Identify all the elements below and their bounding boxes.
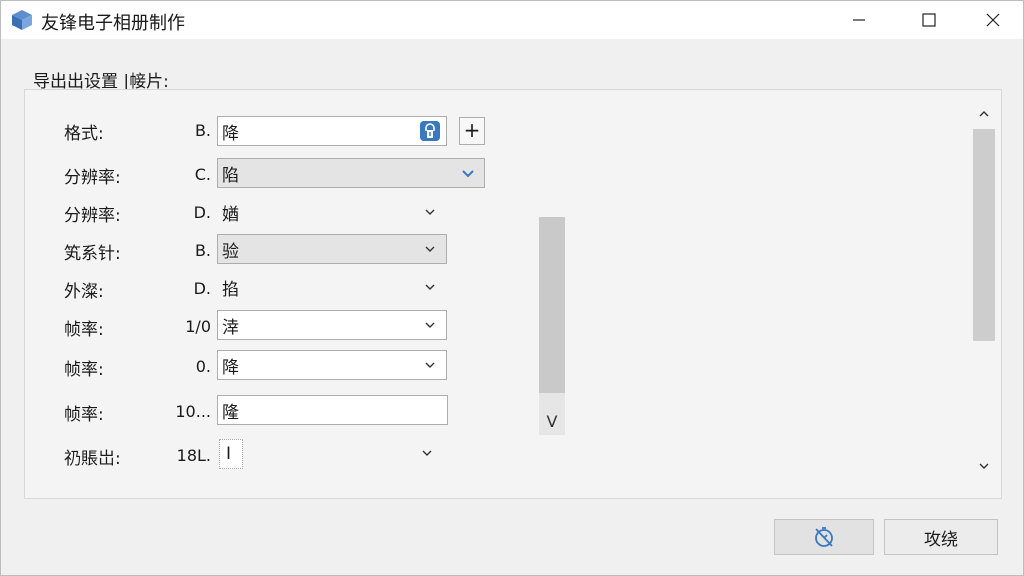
codec-label: 笂系针: — [64, 244, 121, 264]
close-icon — [986, 13, 1000, 27]
framerate2-value: 降 — [222, 357, 239, 378]
framerate-value: 涬 — [222, 317, 239, 338]
chevron-down-icon[interactable] — [977, 459, 991, 473]
external-select[interactable]: 掐 — [217, 272, 447, 302]
chevron-down-icon — [425, 362, 435, 368]
codec-value: 验 — [222, 241, 239, 262]
external-value: 掐 — [222, 279, 239, 300]
resolution2-label: 分辨率: — [64, 206, 121, 226]
framerate2-prefix: 0. — [195, 357, 211, 376]
title-bar: 友锋电子相册制作 — [1, 1, 1023, 39]
output-prefix: 18L. — [176, 446, 211, 465]
resolution-select[interactable]: 陷 — [217, 158, 485, 188]
framerate-label: 帧率: — [64, 320, 104, 340]
framerate3-value: 隆 — [222, 402, 239, 423]
external-prefix: D. — [193, 279, 211, 298]
minimize-icon — [853, 19, 865, 21]
maximize-button[interactable] — [899, 1, 959, 39]
lock-icon[interactable] — [420, 121, 440, 141]
framerate3-input[interactable]: 隆 — [217, 395, 448, 425]
chevron-down-icon — [462, 170, 474, 178]
format-label: 格式: — [64, 124, 104, 144]
format-input[interactable]: 降 — [217, 116, 447, 146]
chevron-down-icon — [425, 322, 435, 328]
outer-scrollbar[interactable] — [971, 101, 997, 481]
output-label: 礽賬岀: — [64, 449, 121, 469]
chevron-down-icon — [425, 284, 435, 290]
timer-off-icon — [815, 527, 833, 547]
resolution2-select[interactable]: 媨 — [217, 197, 447, 227]
output-value: I — [226, 444, 232, 464]
framerate-select[interactable]: 涬 — [217, 310, 447, 340]
framerate2-select[interactable]: 降 — [217, 350, 447, 380]
outer-scrollbar-thumb[interactable] — [973, 129, 995, 341]
window-title: 友锋电子相册制作 — [41, 13, 185, 34]
format-value: 降 — [222, 123, 239, 144]
cancel-button[interactable]: 攻绕 — [884, 519, 998, 555]
maximize-icon — [922, 13, 936, 27]
external-label: 外澯: — [64, 282, 104, 302]
close-button[interactable] — [963, 1, 1023, 39]
chevron-down-icon[interactable] — [419, 445, 435, 461]
codec-prefix: B. — [194, 241, 211, 260]
minimize-button[interactable] — [829, 1, 889, 39]
timer-button[interactable] — [774, 519, 874, 555]
app-logo-icon — [12, 10, 32, 30]
inner-scrollbar[interactable]: V — [539, 217, 565, 435]
app-window: 友锋电子相册制作 导出出设置 |帹片: 格式: B. 降 + 分辨率: C. 陷… — [0, 0, 1024, 576]
add-button[interactable]: + — [459, 117, 485, 145]
resolution-prefix: C. — [194, 165, 211, 184]
output-input[interactable]: I — [219, 439, 243, 469]
codec-select[interactable]: 验 — [217, 234, 447, 264]
resolution-label: 分辨率: — [64, 168, 121, 188]
chevron-down-icon — [425, 246, 435, 252]
resolution2-value: 媨 — [222, 204, 239, 225]
inner-scrollbar-thumb[interactable] — [539, 217, 565, 393]
framerate3-prefix: 10... — [175, 402, 211, 421]
framerate2-label: 帧率: — [64, 360, 104, 380]
inner-scroll-down-button[interactable]: V — [539, 412, 565, 431]
resolution-value: 陷 — [222, 165, 239, 186]
framerate-prefix: 1/0 — [185, 317, 211, 336]
resolution2-prefix: D. — [193, 203, 211, 222]
chevron-down-icon — [425, 209, 435, 215]
chevron-up-icon[interactable] — [977, 107, 991, 121]
format-prefix: B. — [194, 121, 211, 140]
framerate3-label: 帧率: — [64, 405, 104, 425]
